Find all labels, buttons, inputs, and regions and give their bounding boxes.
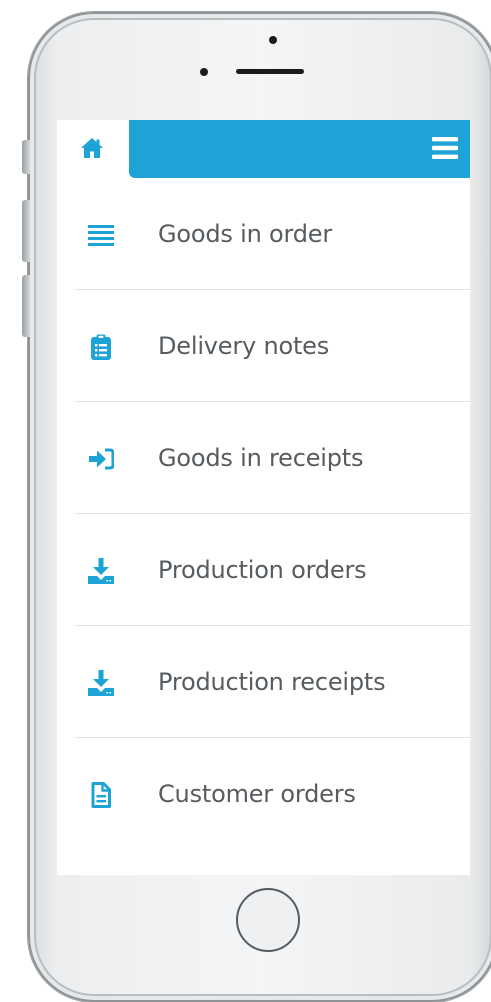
side-button-volume-down [22, 275, 30, 337]
document-icon [91, 782, 111, 808]
proximity-sensor [269, 36, 277, 44]
phone-home-button[interactable] [236, 888, 300, 952]
earpiece-speaker [236, 69, 304, 74]
menu-item-label: Production orders [158, 556, 367, 584]
home-tab[interactable] [57, 120, 129, 178]
menu-item-goods-in-receipts[interactable]: Goods in receipts [57, 402, 470, 514]
hamburger-menu-icon[interactable] [432, 137, 458, 159]
menu-item-production-receipts[interactable]: Production receipts [57, 626, 470, 738]
download-tray-icon [88, 558, 114, 584]
sign-in-arrow-icon [89, 448, 114, 470]
download-tray-icon [88, 670, 114, 696]
menu-item-label: Goods in order [158, 220, 333, 248]
menu-item-delivery-notes[interactable]: Delivery notes [57, 290, 470, 402]
menu-item-label: Customer orders [158, 780, 356, 808]
menu-item-label: Goods in receipts [158, 444, 364, 472]
header-bar [129, 120, 470, 178]
menu-item-production-orders[interactable]: Production orders [57, 514, 470, 626]
clipboard-list-icon [91, 334, 111, 360]
side-button-volume-up [22, 200, 30, 262]
app-screen: Goods in order Delivery notes Goods in r… [57, 120, 470, 875]
list-lines-icon [88, 225, 114, 246]
menu-list: Goods in order Delivery notes Goods in r… [57, 178, 470, 850]
menu-item-customer-orders[interactable]: Customer orders [57, 738, 470, 850]
menu-item-goods-in-order[interactable]: Goods in order [57, 178, 470, 290]
top-bar [57, 120, 470, 178]
menu-item-label: Delivery notes [158, 332, 330, 360]
home-icon[interactable] [80, 137, 104, 159]
menu-item-label: Production receipts [158, 668, 386, 696]
front-camera [200, 68, 208, 76]
side-button-mute [22, 140, 30, 174]
